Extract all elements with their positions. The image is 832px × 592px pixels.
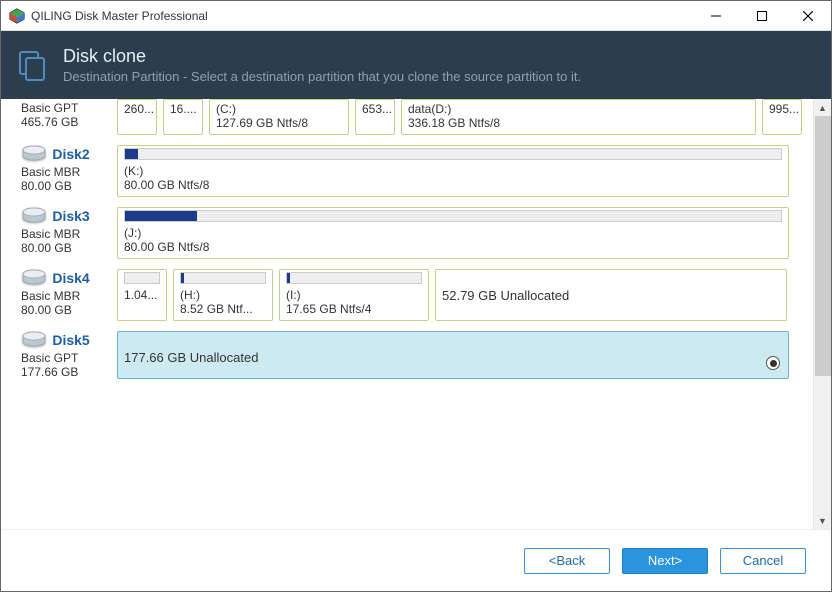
partition-unallocated[interactable]: 177.66 GB Unallocated	[117, 331, 789, 379]
partition-size: 52.79 GB Unallocated	[442, 272, 780, 303]
disk-size: 80.00 GB	[21, 179, 117, 193]
clone-icon	[15, 47, 51, 83]
disk-size: 177.66 GB	[21, 365, 117, 379]
partition-label: data(D:)	[408, 102, 749, 116]
partition[interactable]: (H:)8.52 GB Ntf...	[173, 269, 273, 321]
disk-row: Disk3Basic MBR80.00 GB(J:)80.00 GB Ntfs/…	[21, 207, 793, 259]
scroll-up-icon[interactable]: ▲	[814, 99, 831, 116]
disk-label: Disk5 Basic GPT177.66 GB	[21, 331, 117, 379]
partition[interactable]: 16....	[163, 99, 203, 135]
disk-label: Disk4 Basic MBR80.00 GB	[21, 269, 117, 321]
partition[interactable]: (C:)127.69 GB Ntfs/8	[209, 99, 349, 135]
usage-bar	[124, 272, 160, 284]
partition-unallocated[interactable]: 52.79 GB Unallocated	[435, 269, 787, 321]
drive-icon	[21, 145, 49, 163]
disk-size: 80.00 GB	[21, 241, 117, 255]
close-button[interactable]	[785, 1, 831, 31]
partition-size: 260...	[124, 102, 150, 116]
disk-type: Basic MBR	[21, 289, 117, 303]
partition-label: (I:)	[286, 288, 422, 302]
partition-size: 80.00 GB Ntfs/8	[124, 178, 782, 192]
disk-type: Basic MBR	[21, 227, 117, 241]
partition-label: (C:)	[216, 102, 342, 116]
app-icon	[9, 8, 25, 24]
disk-name: Disk3	[52, 208, 89, 224]
partition-size: 1.04...	[124, 288, 160, 302]
disk-row: Basic GPT465.76 GB 260... 16.... (C:)127.69…	[21, 99, 793, 135]
maximize-button[interactable]	[739, 1, 785, 31]
partition-strip: 1.04...(H:)8.52 GB Ntf...(I:)17.65 GB Nt…	[117, 269, 793, 321]
page-subtitle: Destination Partition - Select a destina…	[63, 69, 581, 84]
disk-size: 465.76 GB	[21, 115, 117, 129]
partition[interactable]: data(D:)336.18 GB Ntfs/8	[401, 99, 756, 135]
partition-size: 16....	[170, 102, 196, 116]
disk-size: 80.00 GB	[21, 303, 117, 317]
disk-type: Basic GPT	[21, 101, 117, 115]
header: Disk clone Destination Partition - Selec…	[1, 31, 831, 99]
next-button[interactable]: Next>	[622, 548, 708, 574]
disk-name: Disk2	[52, 146, 89, 162]
cancel-button[interactable]: Cancel	[720, 548, 806, 574]
partition-size: 995...	[769, 102, 795, 116]
partition-size: 653...	[362, 102, 388, 116]
minimize-button[interactable]	[693, 1, 739, 31]
partition-size: 8.52 GB Ntf...	[180, 302, 266, 316]
partition[interactable]: 260...	[117, 99, 157, 135]
partition[interactable]: 653...	[355, 99, 395, 135]
scrollbar-thumb[interactable]	[815, 116, 831, 376]
partition-strip: 177.66 GB Unallocated	[117, 331, 793, 379]
drive-icon	[21, 331, 49, 349]
footer: <Back Next> Cancel	[1, 529, 831, 591]
scroll-down-icon[interactable]: ▼	[814, 512, 831, 529]
titlebar: QILING Disk Master Professional	[1, 1, 831, 31]
content-area: Basic GPT465.76 GB260...16....(C:)127.69…	[1, 99, 831, 529]
disk-name: Disk5	[52, 332, 89, 348]
usage-bar	[180, 272, 266, 284]
scrollbar[interactable]: ▲ ▼	[813, 99, 831, 529]
partition-strip: (J:)80.00 GB Ntfs/8	[117, 207, 793, 259]
partition[interactable]: (I:)17.65 GB Ntfs/4	[279, 269, 429, 321]
back-button[interactable]: <Back	[524, 548, 610, 574]
partition[interactable]: (K:)80.00 GB Ntfs/8	[117, 145, 789, 197]
radio-selected[interactable]	[766, 356, 780, 370]
drive-icon	[21, 269, 49, 287]
partition-label: (H:)	[180, 288, 266, 302]
partition-size: 177.66 GB Unallocated	[124, 334, 782, 365]
disk-type: Basic GPT	[21, 351, 117, 365]
usage-bar	[124, 148, 782, 160]
partition-label: (J:)	[124, 226, 782, 240]
window-title: QILING Disk Master Professional	[31, 9, 693, 23]
partition-label: (K:)	[124, 164, 782, 178]
disk-label: Disk2 Basic MBR80.00 GB	[21, 145, 117, 197]
disk-row: Disk5 Basic GPT177.66 GB 177.66 GB Unalloc…	[21, 331, 793, 379]
partition-size: 80.00 GB Ntfs/8	[124, 240, 782, 254]
disk-label: Basic GPT465.76 GB	[21, 99, 117, 135]
disk-row: Disk4 Basic MBR80.00 GB 1.04... (H:)8.52 GB…	[21, 269, 793, 321]
partition-size: 17.65 GB Ntfs/4	[286, 302, 422, 316]
partition-strip: 260... 16.... (C:)127.69 GB Ntfs/8 653... da…	[117, 99, 802, 135]
disk-row: Disk2Basic MBR80.00 GB(K:)80.00 GB Ntfs/…	[21, 145, 793, 197]
partition[interactable]: 1.04...	[117, 269, 167, 321]
partition[interactable]: (J:)80.00 GB Ntfs/8	[117, 207, 789, 259]
disk-label: Disk3 Basic MBR80.00 GB	[21, 207, 117, 259]
partition-size: 336.18 GB Ntfs/8	[408, 116, 749, 130]
disk-name: Disk4	[52, 270, 89, 286]
drive-icon	[21, 207, 49, 225]
page-title: Disk clone	[63, 46, 581, 67]
partition-strip: (K:)80.00 GB Ntfs/8	[117, 145, 793, 197]
disk-type: Basic MBR	[21, 165, 117, 179]
usage-bar	[124, 210, 782, 222]
partition[interactable]: 995...	[762, 99, 802, 135]
usage-bar	[286, 272, 422, 284]
partition-size: 127.69 GB Ntfs/8	[216, 116, 342, 130]
